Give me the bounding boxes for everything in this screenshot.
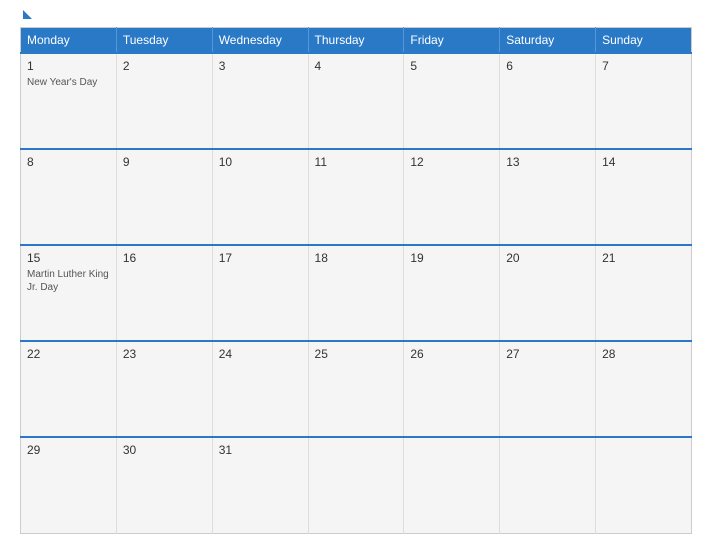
- day-number: 27: [506, 347, 589, 361]
- week-row-3: 15 Martin Luther King Jr. Day 16 17 18 19 20 21: [21, 245, 692, 341]
- calendar-cell: 10: [212, 149, 308, 245]
- day-number: 11: [315, 155, 398, 169]
- calendar-cell: 14: [596, 149, 692, 245]
- logo-triangle-icon: [23, 10, 32, 19]
- weekday-header-wednesday: Wednesday: [212, 28, 308, 54]
- calendar-cell: 13: [500, 149, 596, 245]
- day-number: 31: [219, 443, 302, 457]
- day-number: 29: [27, 443, 110, 457]
- day-number: 26: [410, 347, 493, 361]
- day-number: 5: [410, 59, 493, 73]
- calendar-cell: [404, 437, 500, 533]
- day-number: 10: [219, 155, 302, 169]
- calendar-cell: 21: [596, 245, 692, 341]
- calendar-cell: 22: [21, 341, 117, 437]
- weekday-header-monday: Monday: [21, 28, 117, 54]
- calendar-cell: [596, 437, 692, 533]
- day-number: 25: [315, 347, 398, 361]
- week-row-1: 1 New Year's Day 234567: [21, 53, 692, 149]
- calendar-cell: 28: [596, 341, 692, 437]
- calendar-cell: 1 New Year's Day: [21, 53, 117, 149]
- day-number: 20: [506, 251, 589, 265]
- calendar-cell: 2: [116, 53, 212, 149]
- day-number: 4: [315, 59, 398, 73]
- weekday-header-tuesday: Tuesday: [116, 28, 212, 54]
- calendar-cell: 26: [404, 341, 500, 437]
- weekday-header-saturday: Saturday: [500, 28, 596, 54]
- calendar-cell: 20: [500, 245, 596, 341]
- weekday-header-row: MondayTuesdayWednesdayThursdayFridaySatu…: [21, 28, 692, 54]
- calendar-cell: 29: [21, 437, 117, 533]
- calendar-cell: 4: [308, 53, 404, 149]
- calendar-cell: 3: [212, 53, 308, 149]
- calendar-cell: 24: [212, 341, 308, 437]
- week-row-2: 89 10 11 12 13 14: [21, 149, 692, 245]
- weekday-header-thursday: Thursday: [308, 28, 404, 54]
- calendar-cell: 12: [404, 149, 500, 245]
- day-number: 8: [27, 155, 110, 169]
- calendar-cell: [500, 437, 596, 533]
- calendar-cell: 11: [308, 149, 404, 245]
- day-number: 2: [123, 59, 206, 73]
- calendar-cell: 30: [116, 437, 212, 533]
- calendar-cell: 17: [212, 245, 308, 341]
- calendar-cell: 31: [212, 437, 308, 533]
- logo: [20, 16, 32, 19]
- week-row-4: 22 23 24 25 26 27 28: [21, 341, 692, 437]
- day-number: 6: [506, 59, 589, 73]
- day-number: 23: [123, 347, 206, 361]
- day-number: 28: [602, 347, 685, 361]
- day-number: 21: [602, 251, 685, 265]
- calendar-table: MondayTuesdayWednesdayThursdayFridaySatu…: [20, 27, 692, 534]
- day-number: 15: [27, 251, 110, 265]
- day-number: 16: [123, 251, 206, 265]
- day-number: 30: [123, 443, 206, 457]
- day-number: 14: [602, 155, 685, 169]
- calendar-cell: 9: [116, 149, 212, 245]
- calendar-header: [20, 16, 692, 19]
- calendar-cell: [308, 437, 404, 533]
- holiday-label: Martin Luther King Jr. Day: [27, 268, 110, 294]
- day-number: 19: [410, 251, 493, 265]
- calendar-page: MondayTuesdayWednesdayThursdayFridaySatu…: [0, 0, 712, 550]
- holiday-label: New Year's Day: [27, 76, 110, 89]
- calendar-cell: 19: [404, 245, 500, 341]
- day-number: 17: [219, 251, 302, 265]
- calendar-cell: 18: [308, 245, 404, 341]
- calendar-cell: 8: [21, 149, 117, 245]
- calendar-cell: 25: [308, 341, 404, 437]
- day-number: 1: [27, 59, 110, 73]
- day-number: 24: [219, 347, 302, 361]
- calendar-cell: 15 Martin Luther King Jr. Day: [21, 245, 117, 341]
- day-number: 22: [27, 347, 110, 361]
- calendar-cell: 5: [404, 53, 500, 149]
- day-number: 18: [315, 251, 398, 265]
- day-number: 3: [219, 59, 302, 73]
- calendar-cell: 7: [596, 53, 692, 149]
- day-number: 13: [506, 155, 589, 169]
- day-number: 7: [602, 59, 685, 73]
- day-number: 12: [410, 155, 493, 169]
- weekday-header-friday: Friday: [404, 28, 500, 54]
- calendar-cell: 16: [116, 245, 212, 341]
- weekday-header-sunday: Sunday: [596, 28, 692, 54]
- day-number: 9: [123, 155, 206, 169]
- calendar-cell: 23: [116, 341, 212, 437]
- week-row-5: 29 30 31: [21, 437, 692, 533]
- calendar-cell: 27: [500, 341, 596, 437]
- calendar-cell: 6: [500, 53, 596, 149]
